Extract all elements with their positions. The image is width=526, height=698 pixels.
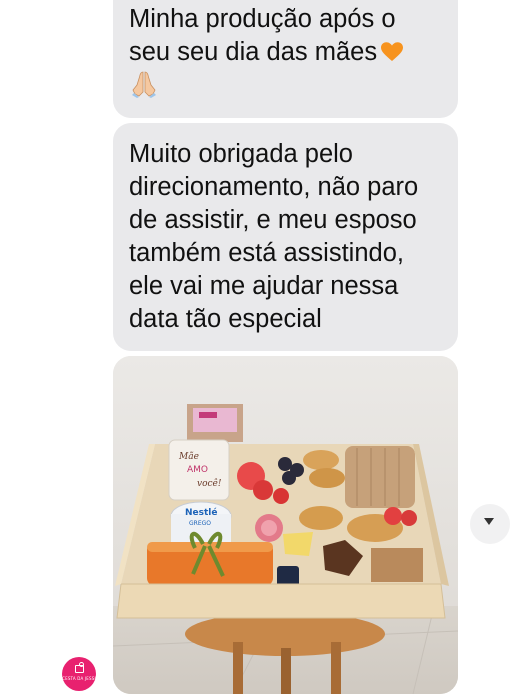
avatar-brand-text: CESTA DA JESSI — [62, 676, 96, 681]
folded-hands-icon — [129, 69, 159, 99]
yogurt-brand: Nestlé — [185, 507, 217, 518]
mug-text-line-1: Mãe — [178, 451, 199, 462]
message-1-line-3 — [129, 69, 446, 102]
message-bubble-2[interactable]: Muito obrigada pelo direcionamento, não … — [113, 123, 458, 351]
yogurt-type: GREGO — [189, 520, 211, 527]
message-2-line-3: de assistir, e meu esposo — [129, 206, 417, 234]
message-bubble-1[interactable]: Minha produção após o seu seu dia das mã… — [113, 0, 458, 118]
message-1-line-1: Minha produção após o — [129, 5, 396, 33]
photo-message[interactable]: Mãe AMO você! Nestlé GREGO — [113, 356, 458, 694]
chevron-down-icon — [484, 518, 494, 525]
message-2-line-5: ele vai me ajudar nessa — [129, 272, 399, 300]
mug-text-line-3: você! — [197, 478, 222, 489]
gift-icon — [75, 662, 84, 673]
mug-text-line-2: AMO — [187, 465, 208, 475]
message-2-line-6: data tão especial — [129, 305, 322, 333]
scroll-down-button[interactable] — [470, 504, 510, 544]
message-2-line-2: direcionamento, não paro — [129, 173, 419, 201]
breakfast-tray-photo: Mãe AMO você! Nestlé GREGO — [113, 356, 458, 694]
message-1-line-2-text: seu seu dia das mães — [129, 38, 378, 66]
orange-heart-icon — [381, 38, 404, 61]
message-2-line-1: Muito obrigada pelo — [129, 140, 353, 168]
message-2-line-4: também está assistindo, — [129, 239, 404, 267]
message-1-line-2: seu seu dia das mães — [129, 36, 446, 69]
sender-avatar[interactable]: CESTA DA JESSI — [62, 657, 96, 691]
